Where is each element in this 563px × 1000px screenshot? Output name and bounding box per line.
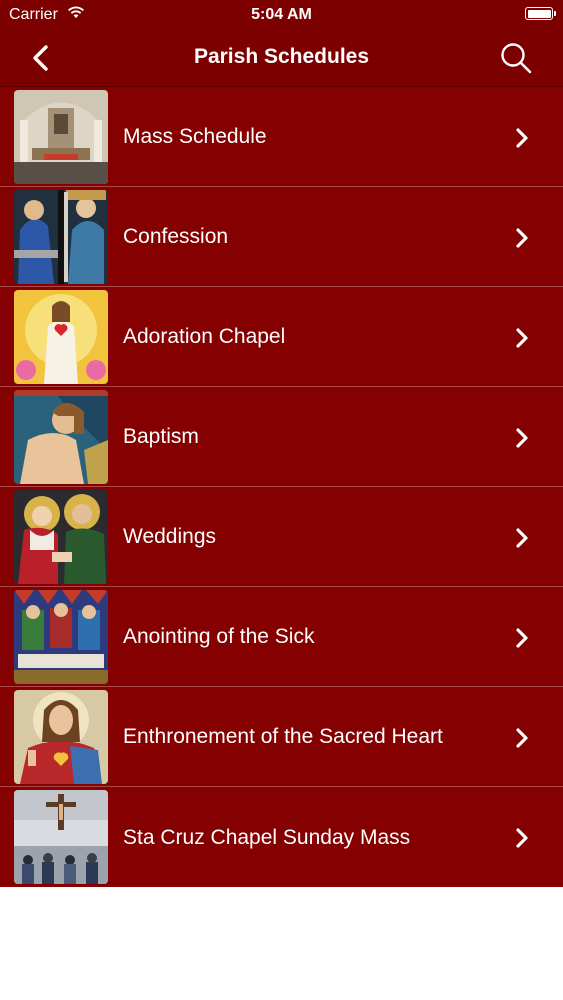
status-time: 5:04 AM (251, 6, 312, 23)
list-item-label: Enthronement of the Sacred Heart (123, 725, 443, 748)
list-item-weddings[interactable]: Weddings (0, 487, 563, 587)
list-item-mass-schedule[interactable]: Mass Schedule (0, 87, 563, 187)
list-item-anointing-of-the-sick[interactable]: Anointing of the Sick (0, 587, 563, 687)
list-item-label: Confession (123, 225, 229, 248)
wedding-stained-glass-thumbnail (14, 490, 108, 584)
list-item-sta-cruz-chapel-sunday-mass[interactable]: Sta Cruz Chapel Sunday Mass (0, 787, 563, 887)
page-title: Parish Schedules (193, 45, 370, 68)
chevron-right-icon (516, 628, 528, 648)
chevron-right-icon (516, 328, 528, 348)
adoration-jesus-thumbnail (14, 290, 108, 384)
list-item-baptism[interactable]: Baptism (0, 387, 563, 487)
status-bar: Carrier 5:04 AM (0, 0, 563, 30)
list-item-enthronement-of-the-sacred-heart[interactable]: Enthronement of the Sacred Heart (0, 687, 563, 787)
list-item-label: Mass Schedule (123, 125, 267, 148)
list-item-label: Adoration Chapel (123, 325, 286, 348)
list-item-label: Sta Cruz Chapel Sunday Mass (123, 825, 411, 849)
chevron-right-icon (516, 528, 528, 548)
list-item-confession[interactable]: Confession (0, 187, 563, 287)
confession-stained-glass-thumbnail (14, 190, 108, 284)
navigation-bar: Parish Schedules (0, 30, 563, 87)
sacred-heart-thumbnail (14, 690, 108, 784)
chevron-right-icon (516, 728, 528, 748)
church-altar-thumbnail (14, 90, 108, 184)
list-item-label: Weddings (123, 525, 217, 548)
baptism-stained-glass-thumbnail (14, 390, 108, 484)
battery-icon (525, 7, 556, 20)
anointing-stained-glass-thumbnail (14, 590, 108, 684)
chapel-interior-thumbnail (14, 790, 108, 884)
chevron-right-icon (516, 428, 528, 448)
chevron-right-icon (516, 828, 528, 848)
schedule-list: Mass Schedule Confession Adoration Chape… (0, 87, 563, 887)
list-item-label: Baptism (123, 425, 199, 448)
list-item-label: Anointing of the Sick (123, 625, 315, 648)
chevron-right-icon (516, 228, 528, 248)
list-item-adoration-chapel[interactable]: Adoration Chapel (0, 287, 563, 387)
chevron-right-icon (516, 128, 528, 148)
search-icon[interactable] (499, 41, 533, 75)
